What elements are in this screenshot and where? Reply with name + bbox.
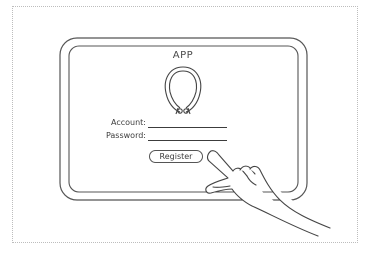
- password-field[interactable]: [148, 140, 227, 141]
- account-field[interactable]: [148, 127, 227, 128]
- app-title: APP: [172, 50, 194, 61]
- account-label: Account:: [111, 118, 146, 127]
- password-label: Password:: [105, 131, 146, 140]
- register-button[interactable]: Register: [149, 150, 203, 163]
